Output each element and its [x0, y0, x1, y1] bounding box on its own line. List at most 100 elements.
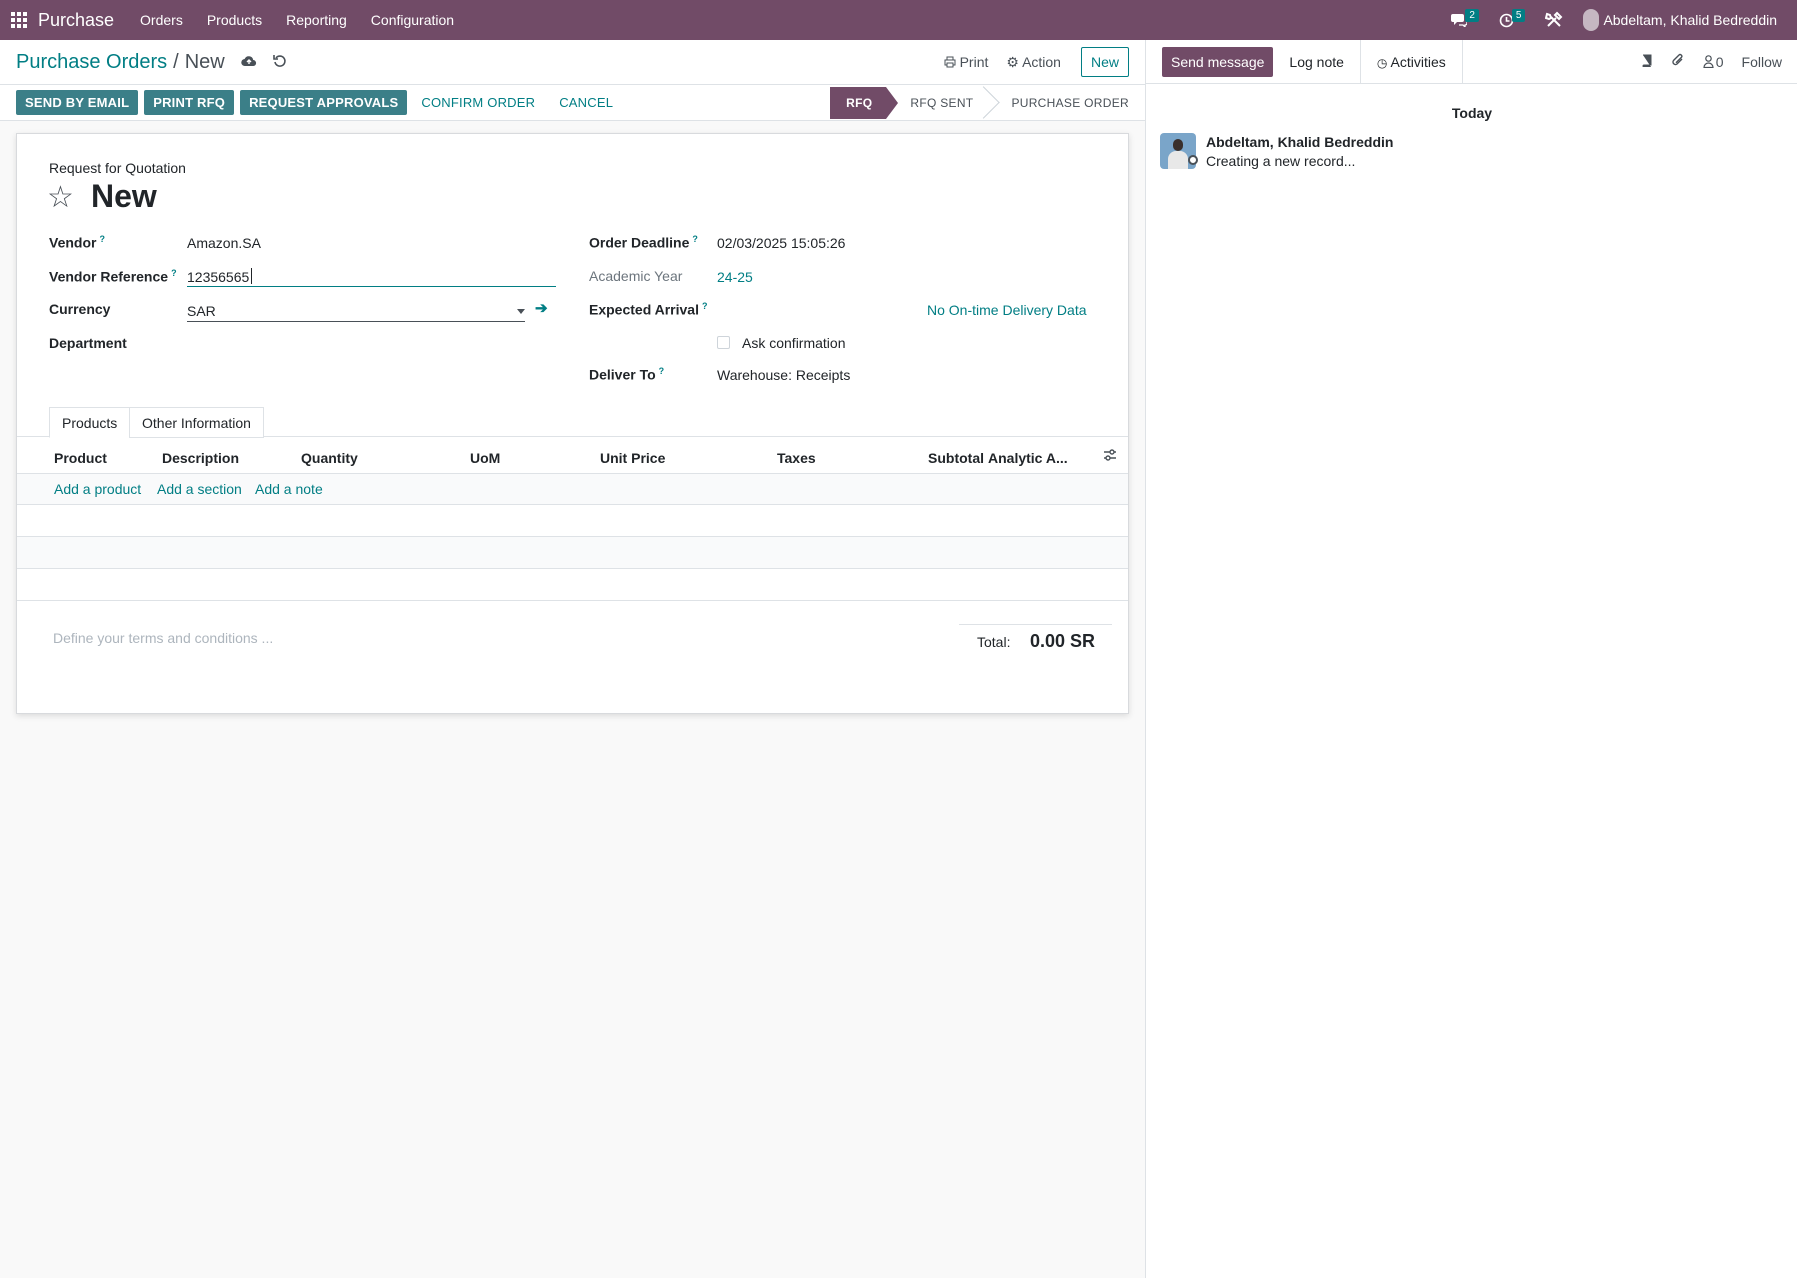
print-label: Print: [959, 54, 989, 70]
user-icon: [1703, 54, 1714, 68]
help-mark: ?: [99, 234, 105, 244]
column-taxes[interactable]: Taxes: [777, 450, 816, 466]
vendor-field[interactable]: Amazon.SA: [187, 235, 261, 251]
terms-conditions-input[interactable]: Define your terms and conditions ...: [53, 630, 273, 646]
follow-button[interactable]: Follow: [1742, 54, 1782, 70]
followers-button[interactable]: 0: [1703, 54, 1724, 70]
clock-icon: ◷: [1376, 55, 1388, 70]
column-description[interactable]: Description: [162, 450, 239, 466]
order-deadline-field[interactable]: 02/03/2025 15:05:26: [717, 235, 845, 251]
breadcrumb: Purchase Orders / New: [0, 51, 225, 74]
on-time-delivery-link[interactable]: No On-time Delivery Data: [927, 302, 1087, 318]
followers-count: 0: [1715, 53, 1724, 70]
online-status-icon: [1188, 155, 1198, 165]
column-subtotal[interactable]: Subtotal: [928, 450, 984, 466]
internal-link-arrow-icon[interactable]: ➔: [535, 299, 548, 317]
text-cursor: [251, 268, 252, 284]
column-analytic[interactable]: Analytic A...: [988, 450, 1068, 466]
vendor-reference-field[interactable]: 12356565: [187, 269, 249, 285]
action-label: Action: [1022, 53, 1061, 70]
tools-icon: [1545, 11, 1563, 27]
confirm-order-button[interactable]: CONFIRM ORDER: [409, 90, 547, 115]
priority-star-icon[interactable]: ☆: [47, 180, 74, 215]
app-brand[interactable]: Purchase: [38, 10, 128, 31]
user-menu[interactable]: Abdeltam, Khalid Bedreddin: [1573, 0, 1797, 40]
column-uom[interactable]: UoM: [470, 450, 500, 466]
column-unit-price[interactable]: Unit Price: [600, 450, 665, 466]
activities-label: Activities: [1390, 53, 1446, 70]
menu-products[interactable]: Products: [195, 0, 274, 40]
control-panel: Purchase Orders / New Print ⚙ Action New: [0, 40, 1145, 85]
optional-columns-icon[interactable]: [1103, 448, 1117, 465]
vendor-label: Vendor?: [49, 234, 105, 251]
statusbar: SEND BY EMAIL PRINT RFQ REQUEST APPROVAL…: [0, 85, 1145, 121]
currency-underline: [187, 321, 525, 322]
add-product-link[interactable]: Add a product: [54, 481, 141, 497]
help-mark: ?: [692, 234, 698, 244]
tab-products[interactable]: Products: [49, 407, 131, 438]
activities-count-badge: 5: [1511, 8, 1526, 22]
activities-button[interactable]: ◷ Activities: [1359, 39, 1463, 84]
ask-confirmation-checkbox[interactable]: [717, 336, 730, 349]
app-grid-icon[interactable]: [0, 0, 38, 40]
stage-bar: RFQ RFQ SENT PURCHASE ORDER: [830, 86, 1129, 119]
column-quantity[interactable]: Quantity: [301, 450, 358, 466]
add-section-link[interactable]: Add a section: [157, 481, 242, 497]
column-product[interactable]: Product: [54, 450, 107, 466]
user-avatar: [1583, 9, 1600, 31]
stage-rfq-sent[interactable]: RFQ SENT: [886, 87, 987, 119]
table-row: [17, 569, 1128, 601]
save-cloud-icon[interactable]: [241, 54, 257, 70]
help-mark: ?: [658, 366, 665, 376]
paperclip-icon[interactable]: [1671, 53, 1685, 70]
form-sheet: Request for Quotation ☆ New Vendor? Amaz…: [16, 133, 1129, 714]
print-rfq-button[interactable]: PRINT RFQ: [144, 90, 235, 115]
action-menu[interactable]: ⚙ Action: [1006, 54, 1061, 71]
breadcrumb-parent[interactable]: Purchase Orders: [16, 51, 167, 73]
new-record-button[interactable]: New: [1080, 47, 1129, 77]
messages-count-badge: 2: [1465, 8, 1479, 22]
department-label: Department: [49, 335, 127, 351]
deliver-to-field[interactable]: Warehouse: Receipts: [717, 367, 850, 383]
expected-arrival-label: Expected Arrival?: [589, 301, 708, 318]
tab-other-information[interactable]: Other Information: [129, 407, 264, 438]
menu-configuration[interactable]: Configuration: [359, 0, 466, 40]
log-note-button[interactable]: Log note: [1273, 40, 1360, 84]
debug-tools[interactable]: [1535, 0, 1573, 40]
academic-year-field[interactable]: 24-25: [717, 269, 753, 285]
send-message-button[interactable]: Send message: [1162, 46, 1274, 77]
printer-icon: [944, 56, 956, 68]
ask-confirmation-label: Ask confirmation: [742, 335, 846, 351]
message-body: Creating a new record...: [1206, 153, 1356, 169]
request-approvals-button[interactable]: REQUEST APPROVALS: [240, 90, 408, 115]
academic-year-label: Academic Year: [589, 268, 683, 284]
cancel-button[interactable]: CANCEL: [547, 90, 625, 115]
stage-rfq[interactable]: RFQ: [830, 86, 899, 119]
date-separator: Today: [1451, 105, 1493, 121]
help-mark: ?: [171, 268, 177, 278]
message-author[interactable]: Abdeltam, Khalid Bedreddin: [1206, 134, 1393, 150]
vendor-reference-underline: [187, 286, 556, 287]
add-note-link[interactable]: Add a note: [255, 481, 323, 497]
currency-field[interactable]: SAR: [187, 303, 216, 319]
breadcrumb-separator: /: [173, 50, 179, 73]
print-menu[interactable]: Print: [944, 54, 989, 70]
total-label: Total:: [977, 634, 1011, 650]
total-divider: [959, 624, 1112, 625]
breadcrumb-current: New: [184, 50, 225, 73]
table-row: [17, 505, 1128, 537]
notebook-icon[interactable]: [1641, 54, 1653, 70]
discard-undo-icon[interactable]: [272, 54, 287, 71]
record-name: New: [91, 178, 157, 214]
menu-reporting[interactable]: Reporting: [274, 0, 359, 40]
activity-menu[interactable]: 5: [1489, 0, 1536, 40]
menu-orders[interactable]: Orders: [128, 0, 195, 40]
vendor-reference-label: Vendor Reference?: [49, 268, 177, 285]
currency-dropdown-caret-icon[interactable]: [517, 309, 525, 314]
order-deadline-label: Order Deadline?: [589, 234, 698, 251]
chatter-panel: Send message Log note ◷ Activities 0 Fol…: [1145, 39, 1797, 1278]
stage-purchase-order[interactable]: PURCHASE ORDER: [987, 87, 1129, 119]
messaging-menu[interactable]: 2: [1441, 0, 1489, 40]
gear-icon: ⚙: [1006, 53, 1019, 70]
send-by-email-button[interactable]: SEND BY EMAIL: [16, 90, 139, 115]
